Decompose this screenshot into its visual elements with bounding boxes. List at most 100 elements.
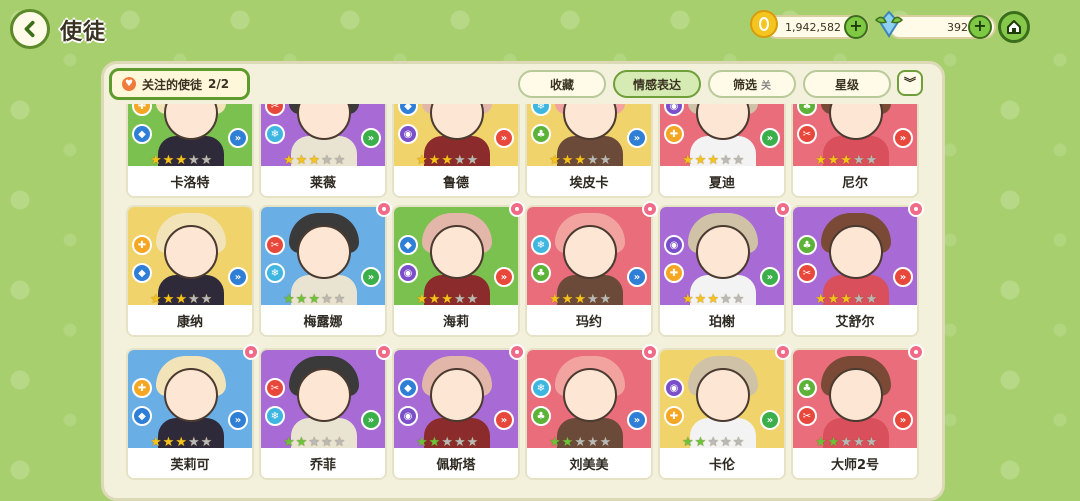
- class-icon: ✂: [265, 378, 285, 398]
- apostle-name: 鲁德: [394, 166, 518, 196]
- chevron-right-icon: »: [494, 410, 514, 430]
- tab-label: 筛选: [732, 77, 757, 92]
- apostle-card[interactable]: ✚ ◆» ★ ★ ★ ★ ★ 芙莉可: [126, 344, 259, 480]
- chevron-right-icon: »: [494, 267, 514, 287]
- apostle-card[interactable]: ◆ ◉» ★ ★ ★ ★ ★ 鲁德: [392, 104, 520, 198]
- element-icon: ◆: [132, 263, 152, 283]
- class-icon: ❄: [531, 378, 551, 398]
- apostle-card[interactable]: ◉ ✚» ★ ★ ★ ★ ★ 卡伦: [658, 344, 791, 480]
- apostle-card[interactable]: ♣ ✂» ★ ★ ★ ★ ★ 艾舒尔: [791, 201, 924, 337]
- coin-amount: 1,942,582: [785, 20, 841, 34]
- element-icon: ◉: [398, 406, 418, 426]
- element-icon: ✂: [797, 263, 817, 283]
- face-shape: [297, 104, 351, 140]
- face-shape: [164, 368, 218, 422]
- flower-icon: [908, 344, 924, 360]
- expand-button[interactable]: ︾: [897, 70, 923, 96]
- element-icon: ✚: [664, 124, 684, 144]
- chevron-right-icon: »: [893, 267, 913, 287]
- element-icon: ✚: [664, 263, 684, 283]
- flower-icon: [509, 344, 525, 360]
- class-icon: ♣: [797, 235, 817, 255]
- element-icon: ♣: [531, 406, 551, 426]
- followed-apostles-button[interactable]: ♥ 关注的使徒 2/2: [109, 68, 250, 100]
- gem-amount: 392: [947, 20, 968, 34]
- element-icon: ♣: [531, 124, 551, 144]
- tab-favorites[interactable]: 收藏: [518, 70, 606, 98]
- face-shape: [563, 104, 617, 140]
- apostle-card[interactable]: ✚ ◆» ★ ★ ★ ★ ★ 卡洛特: [126, 104, 254, 198]
- flower-icon: [642, 201, 658, 217]
- element-icon: ◆: [132, 406, 152, 426]
- apostle-card[interactable]: ✚ ◆» ★ ★ ★ ★ ★ 康纳: [126, 205, 254, 337]
- chevron-right-icon: »: [627, 267, 647, 287]
- apostle-card[interactable]: ❄ ♣» ★ ★ ★ ★ ★ 玛约: [525, 201, 658, 337]
- class-icon: ❄: [531, 235, 551, 255]
- element-icon: ✂: [797, 124, 817, 144]
- apostle-card[interactable]: ◉ ✚» ★ ★ ★ ★ ★ 夏迪: [658, 104, 786, 198]
- tab-filter[interactable]: 筛选 关: [708, 70, 796, 98]
- apostle-card[interactable]: ◉ ✚» ★ ★ ★ ★ ★ 珀榭: [658, 201, 791, 337]
- apostle-grid: ✚ ◆» ★ ★ ★ ★ ★ 卡洛特 ✂ ❄» ★ ★ ★ ★ ★ 莱薇 ◆ ◉» ★ ★ ★ ★ ★ 鲁德 ❄ ♣» ★ ★ ★ ★ ★ 埃…: [118, 104, 930, 486]
- class-icon: ✚: [132, 378, 152, 398]
- chevron-right-icon: »: [893, 128, 913, 148]
- flower-icon: [243, 344, 259, 360]
- apostle-name: 卡洛特: [128, 166, 252, 196]
- flower-icon: [908, 201, 924, 217]
- face-shape: [696, 104, 750, 140]
- element-icon: ◉: [398, 263, 418, 283]
- element-icon: ✚: [664, 406, 684, 426]
- apostle-card[interactable]: ◆ ◉» ★ ★ ★ ★ ★ 佩斯塔: [392, 344, 525, 480]
- chevron-right-icon: »: [361, 267, 381, 287]
- flower-icon: [642, 344, 658, 360]
- tab-emotes[interactable]: 情感表达: [613, 70, 701, 98]
- double-chevron-down-icon: ︾: [903, 76, 916, 90]
- face-shape: [829, 368, 883, 422]
- apostle-name: 尼尔: [793, 166, 917, 196]
- chevron-right-icon: »: [228, 267, 248, 287]
- back-button[interactable]: [10, 9, 50, 49]
- apostle-name: 埃皮卡: [527, 166, 651, 196]
- chevron-right-icon: »: [228, 410, 248, 430]
- element-icon: ❄: [265, 263, 285, 283]
- home-button[interactable]: [998, 11, 1030, 43]
- apostle-name: 梅露娜: [261, 305, 385, 335]
- chevron-right-icon: »: [893, 410, 913, 430]
- page-title: 使徒: [60, 20, 107, 45]
- tab-label: 情感表达: [632, 77, 681, 92]
- element-icon: ❄: [265, 406, 285, 426]
- apostle-card[interactable]: ♣ ✂» ★ ★ ★ ★ ★ 大师2号: [791, 344, 924, 480]
- apostle-name: 海莉: [394, 305, 518, 335]
- face-shape: [164, 104, 218, 140]
- element-icon: ◆: [132, 124, 152, 144]
- face-shape: [430, 225, 484, 279]
- apostle-name: 卡伦: [660, 448, 784, 478]
- add-gems-button[interactable]: +: [968, 15, 992, 39]
- tab-star-level[interactable]: 星级: [803, 70, 891, 98]
- class-icon: ✚: [132, 235, 152, 255]
- apostle-card[interactable]: ✂ ❄» ★ ★ ★ ★ ★ 梅露娜: [259, 201, 392, 337]
- class-icon: ◆: [398, 378, 418, 398]
- add-coins-button[interactable]: +: [844, 15, 868, 39]
- face-shape: [297, 368, 351, 422]
- face-shape: [829, 104, 883, 140]
- face-shape: [563, 225, 617, 279]
- chevron-right-icon: »: [361, 410, 381, 430]
- apostle-card[interactable]: ◆ ◉» ★ ★ ★ ★ ★ 海莉: [392, 201, 525, 337]
- chevron-right-icon: »: [494, 128, 514, 148]
- chevron-right-icon: »: [760, 128, 780, 148]
- apostle-name: 佩斯塔: [394, 448, 518, 478]
- apostle-card[interactable]: ✂ ❄» ★ ★ ★ ★ ★ 莱薇: [259, 104, 387, 198]
- apostle-card[interactable]: ♣ ✂» ★ ★ ★ ★ ★ 尼尔: [791, 104, 919, 198]
- class-icon: ◉: [664, 235, 684, 255]
- home-icon: [1007, 20, 1021, 34]
- apostle-name: 康纳: [128, 305, 252, 335]
- crystal-leaf-icon: [874, 10, 904, 38]
- chevron-right-icon: »: [361, 128, 381, 148]
- apostle-card[interactable]: ❄ ♣» ★ ★ ★ ★ ★ 埃皮卡: [525, 104, 653, 198]
- face-shape: [696, 368, 750, 422]
- apostle-card[interactable]: ❄ ♣» ★ ★ ★ ★ ★ 刘美美: [525, 344, 658, 480]
- face-shape: [829, 225, 883, 279]
- apostle-card[interactable]: ✂ ❄» ★ ★ ★ ★ ★ 乔菲: [259, 344, 392, 480]
- apostle-name: 乔菲: [261, 448, 385, 478]
